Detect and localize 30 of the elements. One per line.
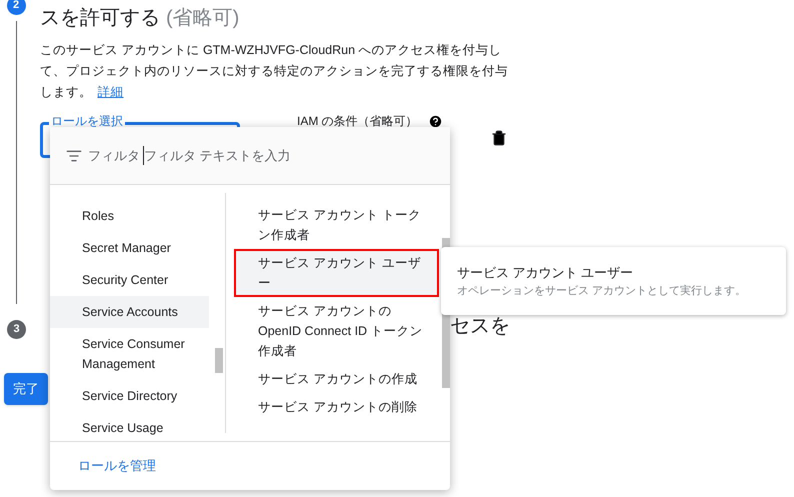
step-description: このサービス アカウントに GTM-WZHJVFG-CloudRun へのアクセス権を付与して、プロジェクト内のリソースに対する特定のアクションを完了する権限を付与します。 詳細 [40,42,509,101]
tooltip-title: サービス アカウント ユーザー [457,264,634,282]
step-number-badge: 3 [7,320,26,339]
step-title: スを許可する [40,6,160,31]
category-item[interactable]: Security Center [50,264,209,296]
delete-icon[interactable] [490,130,507,146]
role-item[interactable]: サービス アカウントの作成 [234,365,439,393]
manage-roles-link[interactable]: ロールを管理 [78,456,156,476]
filter-label: フィルタ [88,146,140,165]
category-item[interactable]: Service Consumer Management [50,328,209,380]
optional-note: (省略可) [166,6,240,31]
step-number-badge: 2 [6,0,26,15]
role-item[interactable]: サービス アカウント トークン作成者 [234,201,439,249]
step-title: セスを [450,314,510,338]
category-item[interactable]: Service Usage [50,412,209,444]
scrollbar-thumb[interactable] [215,348,223,373]
category-item[interactable]: Service Accounts [50,296,209,328]
help-icon[interactable] [428,114,443,129]
category-item[interactable]: Service Directory [50,380,209,412]
learn-more-link[interactable]: 詳細 [97,85,124,99]
category-item[interactable]: Secret Manager [50,232,209,264]
filter-input[interactable]: フィルタ テキストを入力 [143,146,363,166]
condition-label: IAM の条件（省略可） [297,114,418,129]
filter-icon [66,148,82,164]
done-button[interactable]: 完了 [4,373,48,405]
role-item[interactable]: サービス アカウントの OpenID Connect ID トークン作成者 [234,297,439,365]
category-item[interactable]: Roles [50,200,209,232]
role-item[interactable]: サービス アカウント ユーザー [234,249,439,297]
role-item[interactable]: サービス アカウントの削除 [234,393,439,421]
tooltip-description: オペレーションをサービス アカウントとして実行します。 [457,284,748,298]
